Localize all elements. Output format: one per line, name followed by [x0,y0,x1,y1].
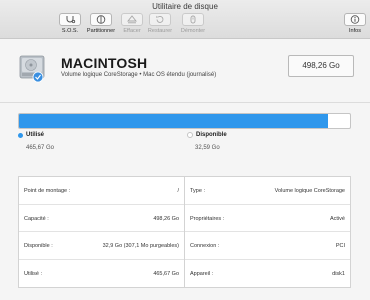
toolbar: Utilitaire de disque S.O.S. Partitionner… [0,0,370,39]
internal-disk-icon [18,53,46,83]
volume-detail-pane: MACINTOSH Volume logique CoreStorage • M… [0,39,370,300]
info-key: Disponible : [24,243,53,249]
restore-icon [149,13,171,26]
volume-size-badge: 498,26 Go [288,55,354,77]
info-value: PCI [335,243,345,249]
info-row-device: Appareil : disk1 [185,260,350,288]
info-row-mount-point: Point de montage : / [19,177,184,205]
volume-name: MACINTOSH [61,55,148,71]
info-value: Volume logique CoreStorage [274,188,345,194]
legend-used: Utilisé 465,67 Go [18,132,54,151]
partition-label: Partitionner [86,28,116,34]
window-title: Utilitaire de disque [152,2,218,11]
free-swatch-icon [187,132,193,138]
info-button[interactable]: Infos [340,13,370,37]
unmount-label: Démonter [180,28,206,34]
info-key: Capacité : [24,215,49,222]
stethoscope-icon [59,13,81,26]
erase-button[interactable]: Effacer [117,13,147,37]
info-key: Propriétaires : [190,215,225,222]
erase-icon [121,13,143,26]
info-column-left: Point de montage : / Capacité : 498,26 G… [19,177,185,287]
info-value: 32,9 Go (307,1 Mo purgeables) [102,243,179,249]
legend-used-value: 465,67 Go [26,144,55,151]
info-value: 465,67 Go [153,270,179,277]
restore-label: Restaurer [147,28,173,34]
first-aid-button[interactable]: S.O.S. [55,13,85,37]
info-row-owners: Propriétaires : Activé [185,205,350,232]
partition-button[interactable]: Partitionner [86,13,116,37]
used-swatch-icon [18,132,23,138]
storage-used-fill [19,114,329,128]
first-aid-label: S.O.S. [61,28,79,34]
erase-label: Effacer [123,28,141,34]
volume-info-table: Point de montage : / Capacité : 498,26 G… [18,176,351,288]
restore-button[interactable]: Restaurer [145,13,175,37]
info-label: Infos [349,28,361,34]
legend-free-value: 32,59 Go [195,144,220,151]
info-key: Connexion : [190,243,220,249]
volume-description: Volume logique CoreStorage • Mac OS éten… [61,72,217,78]
info-value: 498,26 Go [153,215,179,222]
info-key: Point de montage : [24,188,71,194]
info-row-available: Disponible : 32,9 Go (307,1 Mo purgeable… [19,232,184,260]
info-row-type: Type : Volume logique CoreStorage [185,177,350,205]
info-key: Appareil : [190,270,214,277]
info-value: Activé [330,215,345,222]
legend-used-label: Utilisé [26,132,45,138]
unmount-button[interactable]: Démonter [178,13,208,37]
storage-usage-bar [18,113,351,129]
info-column-right: Type : Volume logique CoreStorage Propri… [185,177,350,287]
divider [0,102,370,103]
info-key: Type : [190,188,205,194]
info-value: / [177,188,179,194]
info-row-connection: Connexion : PCI [185,232,350,260]
info-row-capacity: Capacité : 498,26 Go [19,205,184,232]
info-value: disk1 [332,270,345,277]
partition-icon [90,13,112,26]
info-key: Utilisé : [24,270,43,277]
legend-free: Disponible 32,59 Go [187,132,227,151]
info-icon [344,13,366,26]
eject-icon [182,13,204,26]
legend-free-label: Disponible [196,132,227,138]
info-row-used: Utilisé : 465,67 Go [19,260,184,288]
